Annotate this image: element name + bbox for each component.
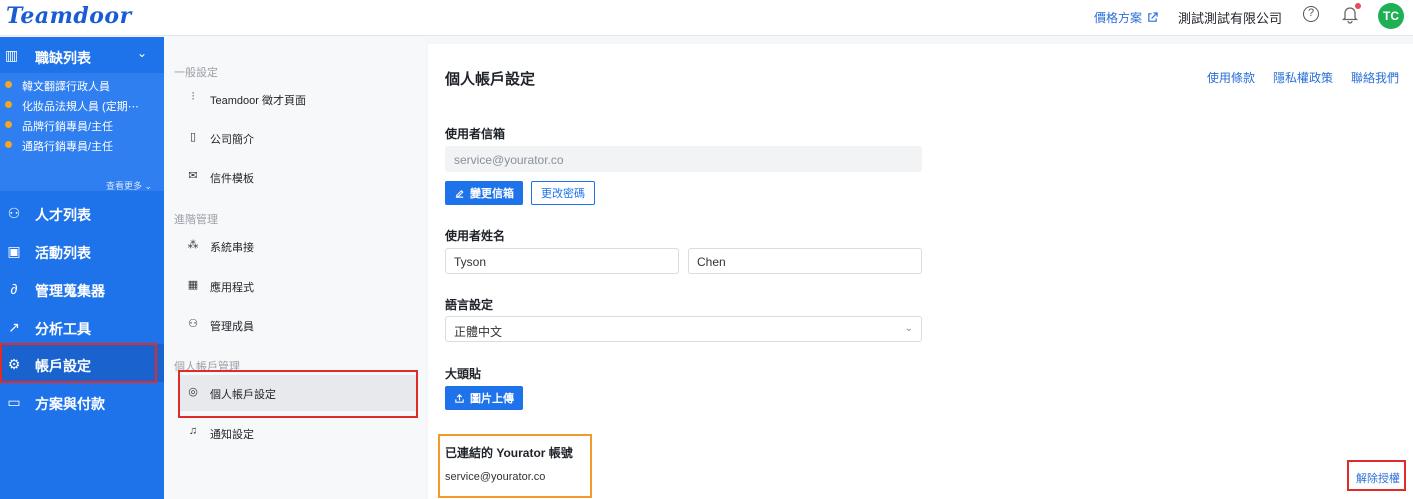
status-dot (5, 141, 12, 148)
menu-label: 管理成員 (210, 321, 254, 333)
status-dot (5, 81, 12, 88)
link-icon: ∂ (10, 281, 18, 297)
upload-icon (455, 393, 464, 403)
status-dot (5, 121, 12, 128)
upload-image-button[interactable]: 圖片上傳 (445, 386, 523, 410)
building-icon: ▯ (189, 131, 197, 143)
job-item[interactable]: 化妝品法規人員 (定期⋯ (0, 95, 164, 115)
pricing-link[interactable]: 價格方案 (1094, 9, 1158, 26)
menu-label: 應用程式 (210, 282, 254, 294)
language-value: 正體中文 (454, 325, 503, 339)
job-title: 品牌行銷專員/主任 (22, 121, 114, 133)
top-bar: Teamdoor 價格方案 測試測試有限公司 ? TC (0, 0, 1413, 36)
nav-item-analytics[interactable]: ↗ 分析工具 (0, 307, 164, 345)
terms-link[interactable]: 使用條款 (1207, 69, 1255, 86)
name-label: 使用者姓名 (445, 229, 506, 243)
nodes-icon: ⁂ (187, 239, 199, 251)
highlight-box (178, 370, 418, 418)
email-label: 使用者信箱 (445, 127, 506, 141)
change-email-label: 變更信箱 (470, 188, 514, 200)
nav-label: 人才列表 (35, 207, 91, 223)
nav-item-plans-payment[interactable]: ▭ 方案與付款 (0, 382, 164, 420)
briefcase-icon: ▥ (5, 47, 19, 63)
jobs-header-label: 職缺列表 (35, 50, 91, 66)
first-name-field[interactable]: Tyson (445, 248, 679, 274)
menu-label: Teamdoor 徵才頁面 (210, 95, 306, 107)
menu-item-integrations[interactable]: ⁂ 系統串接 (178, 228, 416, 264)
highlight-box (0, 343, 157, 383)
linked-account-title: 已連結的 Yourator 帳號 (445, 446, 573, 460)
nav-label: 方案與付款 (35, 396, 105, 412)
edit-icon (455, 189, 464, 198)
avatar-label: 大頭貼 (445, 367, 482, 381)
job-item[interactable]: 品牌行銷專員/主任 (0, 115, 164, 135)
mail-icon: ✉ (188, 170, 198, 182)
email-field: service@yourator.co (445, 146, 922, 172)
job-title: 化妝品法規人員 (定期⋯ (22, 101, 139, 113)
menu-label: 公司簡介 (210, 134, 254, 146)
qrcode-icon: ▦ (187, 279, 199, 291)
job-title: 韓文翻譯行政人員 (22, 81, 110, 93)
calendar-icon: ▣ (7, 243, 21, 259)
nav-item-talent[interactable]: ⚇ 人才列表 (0, 193, 164, 231)
highlight-box (1347, 460, 1406, 491)
chevron-down-icon: ⌄ (904, 323, 913, 334)
main-panel: 個人帳戶設定 使用條款 隱私權政策 聯絡我們 使用者信箱 service@you… (428, 44, 1413, 499)
notification-dot (1355, 3, 1361, 9)
nav-label: 管理蒐集器 (35, 283, 105, 299)
pricing-label: 價格方案 (1094, 11, 1143, 25)
see-more-label: 查看更多 (106, 181, 143, 191)
avatar[interactable]: TC (1378, 3, 1404, 29)
menu-label: 通知設定 (210, 429, 254, 441)
contact-link[interactable]: 聯絡我們 (1351, 69, 1399, 86)
job-item[interactable]: 通路行銷專員/主任 (0, 135, 164, 155)
trend-icon: ↗ (8, 319, 20, 335)
menu-item-email-templates[interactable]: ✉ 信件模板 (178, 159, 416, 195)
jobs-list-header[interactable]: ▥ 職缺列表 ⌄ (0, 37, 164, 73)
job-list: 韓文翻譯行政人員 化妝品法規人員 (定期⋯ 品牌行銷專員/主任 通路行銷專員/主… (0, 73, 164, 191)
last-name-field[interactable]: Chen (688, 248, 922, 274)
nav-item-collectors[interactable]: ∂ 管理蒐集器 (0, 269, 164, 307)
language-select[interactable]: 正體中文 ⌄ (445, 316, 922, 342)
language-label: 語言設定 (445, 298, 494, 312)
menu-item-members[interactable]: ⚇ 管理成員 (178, 307, 416, 343)
section-advanced: 進階管理 (174, 214, 218, 226)
change-password-button[interactable]: 更改密碼 (531, 181, 595, 205)
bell-settings-icon: ♫ (188, 425, 198, 437)
user-icon: ⚇ (7, 205, 21, 221)
external-link-icon (1148, 12, 1158, 22)
users-icon: ⚇ (188, 318, 198, 330)
chevron-down-icon[interactable]: ⌄ (137, 46, 147, 60)
job-item[interactable]: 韓文翻譯行政人員 (0, 75, 164, 95)
privacy-link[interactable]: 隱私權政策 (1273, 69, 1333, 86)
settings-menu: 一般設定 ⫶ Teamdoor 徵才頁面 ▯ 公司簡介 ✉ 信件模板 進階管理 … (164, 37, 426, 499)
status-dot (5, 101, 12, 108)
change-email-button[interactable]: 變更信箱 (445, 181, 523, 205)
nav-label: 活動列表 (35, 245, 91, 261)
sliders-icon: ⫶ (191, 91, 195, 103)
menu-label: 信件模板 (210, 173, 254, 185)
see-more-link[interactable]: 查看更多 ⌄ (106, 179, 152, 192)
company-name[interactable]: 測試測試有限公司 (1178, 8, 1282, 27)
question-circle-icon[interactable]: ? (1303, 6, 1319, 22)
nav-label: 分析工具 (35, 321, 91, 337)
menu-item-apps[interactable]: ▦ 應用程式 (178, 268, 416, 304)
page-title: 個人帳戶設定 (445, 71, 536, 88)
job-title: 通路行銷專員/主任 (22, 141, 114, 153)
linked-account-email: service@yourator.co (445, 471, 546, 483)
menu-item-company-profile[interactable]: ▯ 公司簡介 (178, 120, 416, 156)
menu-label: 系統串接 (210, 242, 254, 254)
footer-links: 使用條款 隱私權政策 聯絡我們 (1207, 69, 1399, 86)
menu-item-notifications[interactable]: ♫ 通知設定 (178, 415, 416, 451)
nav-item-events[interactable]: ▣ 活動列表 (0, 231, 164, 269)
upload-label: 圖片上傳 (470, 393, 514, 405)
menu-item-career-page[interactable]: ⫶ Teamdoor 徵才頁面 (178, 81, 416, 117)
left-nav: ▥ 職缺列表 ⌄ 韓文翻譯行政人員 化妝品法規人員 (定期⋯ 品牌行銷專員/主任… (0, 37, 164, 499)
card-icon: ▭ (7, 394, 21, 410)
section-general: 一般設定 (174, 67, 218, 79)
teamdoor-logo[interactable]: Teamdoor (6, 3, 132, 29)
